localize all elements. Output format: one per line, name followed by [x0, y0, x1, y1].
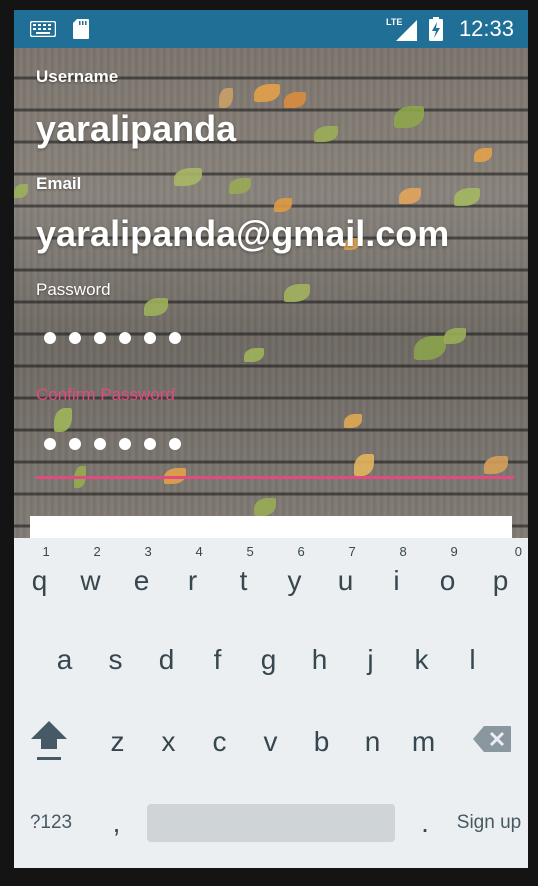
confirm-password-dot: [119, 438, 131, 450]
battery-charging-icon: [428, 10, 444, 48]
confirm-password-dot: [169, 438, 181, 450]
key-g[interactable]: g: [243, 618, 294, 702]
key-f[interactable]: f: [192, 618, 243, 702]
symbols-key[interactable]: ?123: [14, 788, 88, 858]
phone-screen: LTE 12:33 Username y aralipanda Email yar…: [14, 10, 528, 868]
password-dot: [69, 332, 81, 344]
key-hint: 3: [144, 544, 152, 559]
space-bar[interactable]: [147, 804, 395, 842]
signal-icon: LTE: [386, 10, 418, 48]
key-label: u: [337, 565, 354, 596]
key-d[interactable]: d: [141, 618, 192, 702]
email-label: Email: [36, 174, 82, 193]
key-hint: 9: [450, 544, 458, 559]
key-e[interactable]: 3e: [116, 538, 167, 624]
confirm-password-dot: [94, 438, 106, 450]
key-b[interactable]: b: [296, 700, 347, 784]
key-l[interactable]: l: [447, 618, 498, 702]
confirm-password-underline: [36, 476, 514, 479]
key-y[interactable]: 6y: [269, 538, 320, 624]
key-p[interactable]: 0p: [473, 538, 528, 624]
key-hint: 0: [514, 544, 522, 559]
key-label: i: [393, 565, 400, 596]
key-hint: 1: [42, 544, 50, 559]
key-label: r: [187, 565, 198, 596]
key-s[interactable]: s: [90, 618, 141, 702]
confirm-password-dot: [144, 438, 156, 450]
key-v[interactable]: v: [245, 700, 296, 784]
shift-key[interactable]: [22, 700, 76, 784]
key-o[interactable]: 9o: [422, 538, 473, 624]
key-j[interactable]: j: [345, 618, 396, 702]
confirm-password-label: Confirm Password: [36, 385, 175, 404]
key-label: e: [133, 565, 150, 596]
sign-up-action-key[interactable]: Sign up: [450, 788, 528, 858]
username-field[interactable]: yaralipanda: [36, 108, 236, 150]
password-dot: [44, 332, 56, 344]
key-label: t: [239, 565, 248, 596]
key-label: w: [80, 565, 101, 596]
key-n[interactable]: n: [347, 700, 398, 784]
key-hint: 5: [246, 544, 254, 559]
key-h[interactable]: h: [294, 618, 345, 702]
key-c[interactable]: c: [194, 700, 245, 784]
period-key[interactable]: .: [404, 788, 446, 858]
key-hint: 4: [195, 544, 203, 559]
key-a[interactable]: a: [39, 618, 90, 702]
key-x[interactable]: x: [143, 700, 194, 784]
key-q[interactable]: 1q: [14, 538, 65, 624]
key-label: y: [287, 565, 302, 596]
password-dot: [94, 332, 106, 344]
key-r[interactable]: 4r: [167, 538, 218, 624]
key-hint: 2: [93, 544, 101, 559]
sd-card-icon: [72, 10, 90, 48]
confirm-password-dot: [44, 438, 56, 450]
signup-button-area[interactable]: [30, 516, 512, 540]
network-type-label: LTE: [386, 17, 402, 27]
backspace-icon: [472, 725, 512, 760]
password-dot: [169, 332, 181, 344]
password-field[interactable]: [44, 332, 181, 344]
shift-icon: [29, 715, 69, 770]
key-label: o: [439, 565, 456, 596]
status-bar: LTE 12:33: [14, 10, 528, 48]
key-w[interactable]: 2w: [65, 538, 116, 624]
key-u[interactable]: 7u: [320, 538, 371, 624]
key-z[interactable]: z: [92, 700, 143, 784]
key-label: q: [31, 565, 48, 596]
key-hint: 6: [297, 544, 305, 559]
key-hint: 8: [399, 544, 407, 559]
signup-form: Username yaralipanda Email yaralipanda@g…: [36, 48, 516, 538]
key-k[interactable]: k: [396, 618, 447, 702]
email-field[interactable]: yaralipanda@gmail.com: [36, 213, 449, 255]
key-hint: 7: [348, 544, 356, 559]
password-dot: [144, 332, 156, 344]
key-m[interactable]: m: [398, 700, 449, 784]
key-i[interactable]: 8i: [371, 538, 422, 624]
password-dot: [119, 332, 131, 344]
confirm-password-dot: [69, 438, 81, 450]
keyboard-icon: [30, 10, 56, 48]
backspace-key[interactable]: [464, 700, 520, 784]
clock-time: 12:33: [458, 16, 514, 41]
username-label: Username: [36, 67, 119, 86]
password-label: Password: [36, 280, 111, 299]
confirm-password-field[interactable]: [44, 438, 181, 450]
key-label: p: [492, 565, 509, 596]
key-t[interactable]: 5t: [218, 538, 269, 624]
soft-keyboard: 1q 2w 3e 4r 5t 6y 7u 8i 9o 0p a s d f g …: [14, 538, 528, 868]
comma-key[interactable]: ,: [94, 788, 139, 858]
